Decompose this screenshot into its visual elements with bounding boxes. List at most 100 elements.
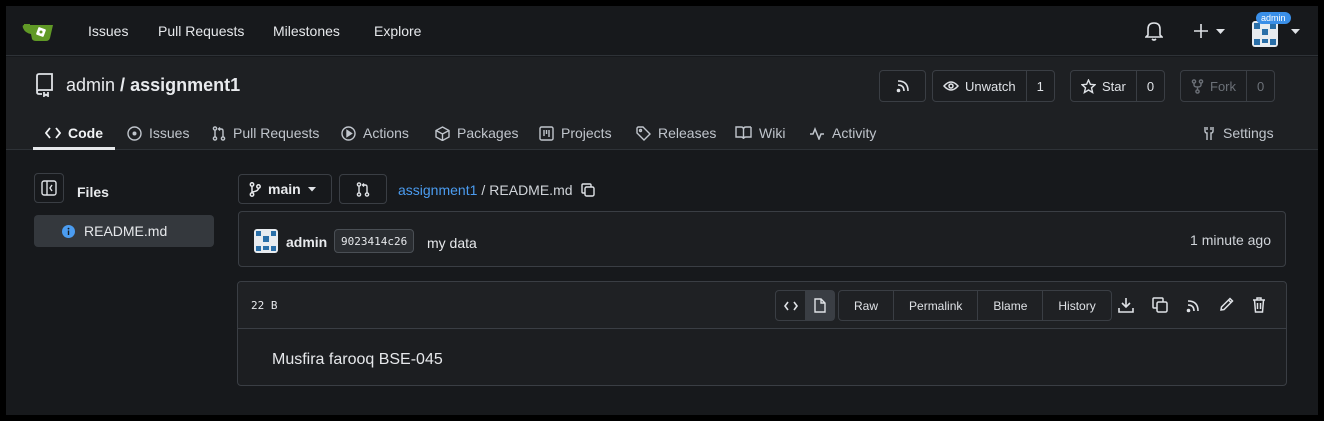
star-icon — [1081, 78, 1096, 94]
tab-releases[interactable]: Releases — [636, 125, 716, 141]
tab-settings-label: Settings — [1223, 125, 1274, 141]
breadcrumb-file: README.md — [489, 182, 573, 198]
commit-sha[interactable]: 9023414c26 — [334, 229, 415, 253]
branch-selector[interactable]: main — [238, 174, 332, 204]
compare-button[interactable] — [339, 174, 387, 204]
breadcrumb-repo-link[interactable]: assignment1 — [398, 182, 477, 198]
repo-title: admin / assignment1 — [66, 75, 240, 96]
tab-code[interactable]: Code — [45, 125, 103, 141]
file-tree-title: Files — [77, 184, 109, 200]
repo-header: admin / assignment1 Unwatch 1 Star 0 For… — [6, 57, 1318, 150]
copy-path-icon[interactable] — [580, 183, 595, 197]
rss-icon — [896, 80, 909, 93]
fork-button[interactable]: Fork 0 — [1180, 70, 1276, 102]
watch-count[interactable]: 1 — [1025, 71, 1054, 101]
fork-icon — [1191, 78, 1204, 94]
star-count[interactable]: 0 — [1135, 71, 1164, 101]
repo-separator: / — [120, 75, 126, 95]
rendered-view-button[interactable] — [805, 291, 834, 320]
download-icon[interactable] — [1118, 297, 1134, 313]
commit-message[interactable]: my data — [427, 235, 477, 251]
history-button[interactable]: History — [1042, 291, 1110, 320]
file-size: 22 B — [251, 299, 278, 312]
file-tree-item-label: README.md — [84, 223, 168, 239]
branch-icon — [249, 181, 261, 197]
chevron-down-icon[interactable] — [1216, 29, 1225, 35]
tab-packages[interactable]: Packages — [435, 125, 518, 141]
code-icon — [45, 127, 61, 139]
play-icon — [341, 125, 356, 141]
file-icon — [813, 298, 826, 313]
project-icon — [539, 125, 554, 141]
nav-milestones[interactable]: Milestones — [273, 23, 340, 39]
tab-code-label: Code — [68, 125, 103, 141]
raw-button[interactable]: Raw — [839, 291, 893, 320]
package-icon — [435, 125, 450, 141]
watch-button[interactable]: Unwatch 1 — [932, 70, 1055, 102]
tab-issues-label: Issues — [149, 125, 190, 141]
file-viewer: 22 B Raw Permalink Blame History Musfira… — [237, 281, 1287, 386]
chevron-down-icon — [307, 186, 316, 191]
pull-request-icon — [212, 125, 226, 141]
code-icon — [783, 301, 798, 310]
plus-icon[interactable] — [1193, 23, 1209, 39]
nav-pull-requests[interactable]: Pull Requests — [158, 23, 244, 39]
source-view-button[interactable] — [776, 291, 805, 320]
sidebar-collapse-icon — [41, 180, 57, 196]
tab-pull-requests-label: Pull Requests — [233, 125, 320, 141]
user-avatar[interactable] — [1252, 21, 1278, 47]
rss-button[interactable] — [879, 70, 926, 102]
tab-pull-requests[interactable]: Pull Requests — [212, 125, 319, 141]
issue-icon — [127, 125, 142, 141]
blame-button[interactable]: Blame — [977, 291, 1042, 320]
tab-wiki-label: Wiki — [759, 125, 786, 141]
nav-issues[interactable]: Issues — [88, 23, 128, 39]
tab-settings[interactable]: Settings — [1202, 125, 1274, 141]
tab-projects[interactable]: Projects — [539, 125, 612, 141]
copy-content-icon[interactable] — [1152, 297, 1168, 313]
star-button[interactable]: Star 0 — [1070, 70, 1166, 102]
repo-tabs: Code Issues Pull Requests Actions Packag… — [6, 117, 1318, 150]
rss-icon[interactable] — [1186, 299, 1200, 313]
nav-explore[interactable]: Explore — [374, 23, 421, 39]
watch-label: Unwatch — [965, 78, 1016, 94]
app-window: Issues Pull Requests Milestones Explore … — [6, 6, 1318, 415]
user-badge: admin — [1256, 12, 1291, 24]
tab-activity[interactable]: Activity — [809, 125, 876, 141]
tab-releases-label: Releases — [658, 125, 717, 141]
bell-icon[interactable] — [1145, 21, 1163, 41]
repo-name[interactable]: assignment1 — [130, 75, 240, 95]
tab-wiki[interactable]: Wiki — [735, 125, 785, 141]
view-mode-toggle — [775, 290, 835, 321]
fork-label: Fork — [1210, 78, 1236, 94]
tab-activity-label: Activity — [832, 125, 877, 141]
tab-issues[interactable]: Issues — [127, 125, 189, 141]
pulse-icon — [810, 126, 824, 140]
tools-icon — [1204, 126, 1214, 140]
repo-owner[interactable]: admin — [66, 75, 115, 95]
star-label: Star — [1102, 78, 1126, 94]
breadcrumb: assignment1 / README.md — [398, 182, 595, 198]
file-tree-toggle-button[interactable] — [34, 173, 64, 203]
file-content: Musfira farooq BSE-045 — [272, 351, 443, 368]
avatar-chevron-down-icon[interactable] — [1291, 29, 1300, 35]
commit-author-avatar[interactable] — [254, 229, 278, 253]
fork-count[interactable]: 0 — [1246, 71, 1274, 101]
tag-icon — [636, 125, 651, 141]
commit-author[interactable]: admin — [286, 234, 327, 250]
active-tab-indicator — [33, 147, 115, 150]
tab-actions[interactable]: Actions — [341, 125, 409, 141]
trash-icon[interactable] — [1252, 297, 1266, 313]
info-icon — [62, 225, 75, 238]
tab-projects-label: Projects — [561, 125, 612, 141]
edit-pencil-icon[interactable] — [1219, 297, 1234, 312]
breadcrumb-separator: / — [481, 182, 486, 198]
pull-request-icon — [356, 181, 370, 197]
tab-packages-label: Packages — [457, 125, 519, 141]
tea-logo-icon[interactable] — [22, 19, 56, 43]
permalink-button[interactable]: Permalink — [893, 291, 977, 320]
tab-actions-label: Actions — [363, 125, 409, 141]
branch-name: main — [268, 181, 301, 197]
repo-icon — [34, 73, 54, 97]
file-tree-item[interactable]: README.md — [34, 215, 214, 247]
